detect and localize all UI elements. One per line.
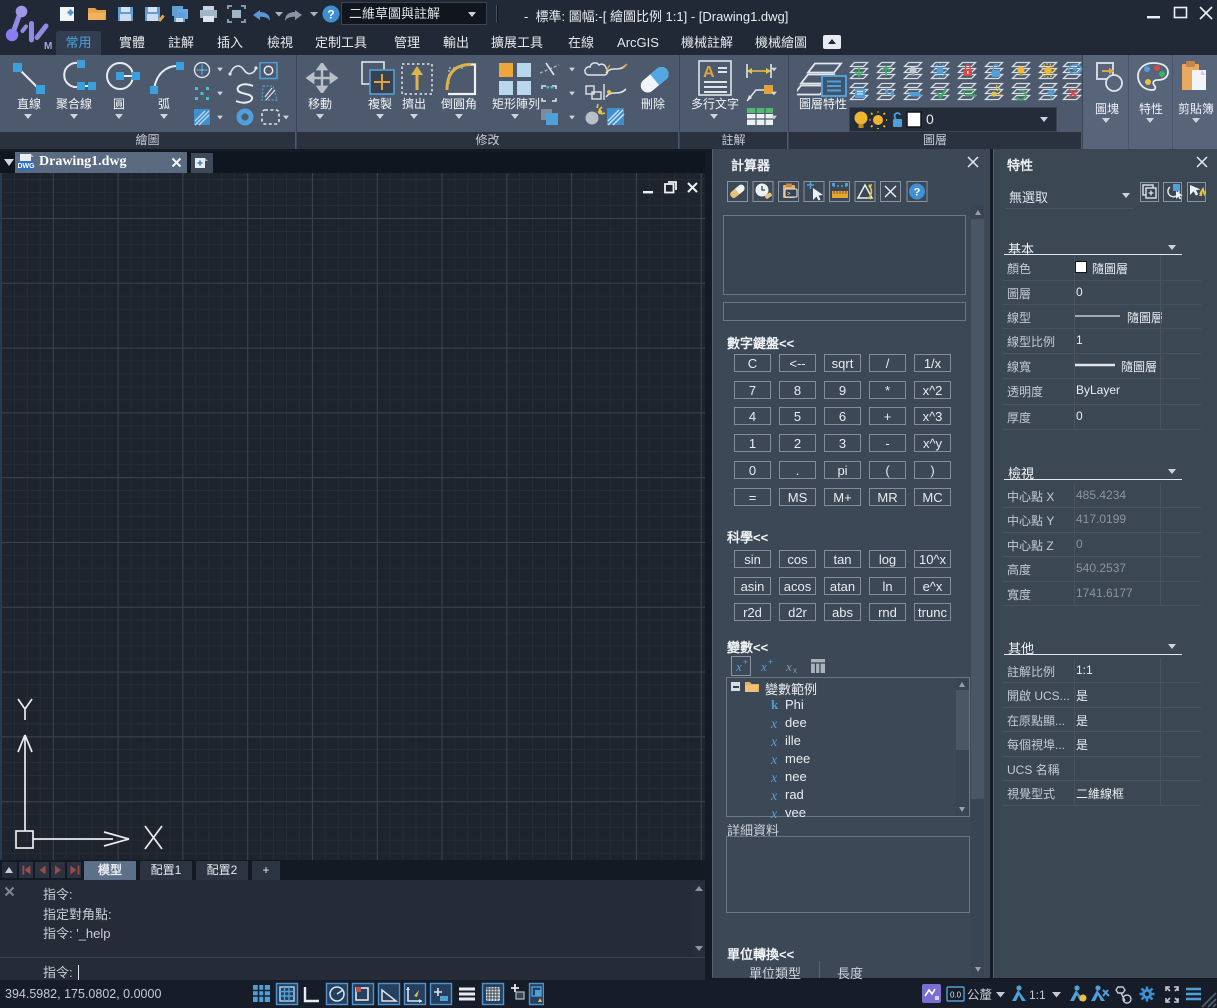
svg-text:M: M [44,41,52,52]
svg-text:+: + [743,657,748,667]
svg-text:1:1: 1:1 [1029,988,1046,1002]
svg-text:>_: >_ [787,192,795,198]
svg-text:0.0: 0.0 [950,991,962,1000]
svg-text:?: ? [914,187,921,199]
svg-text:x: x [735,659,742,674]
svg-text:公釐: 公釐 [967,988,993,1002]
svg-text:A: A [703,64,715,81]
svg-text:?: ? [327,8,334,22]
svg-text:x: x [793,666,797,675]
svg-text:DWG: DWG [18,163,35,170]
svg-text:x: x [760,659,767,674]
svg-text:x: x [785,659,792,674]
svg-text:+: + [768,657,773,667]
